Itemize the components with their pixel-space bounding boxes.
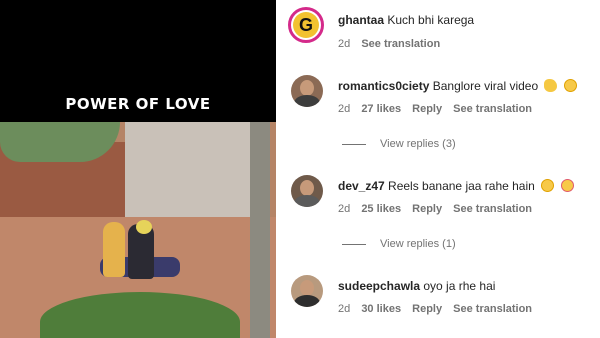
pole-shape: [250, 122, 270, 338]
building-shape: [125, 122, 265, 222]
comment-text-row: dev_z47 Reels banane jaa rahe hain: [338, 179, 574, 193]
heart-eyes-emoji-icon: [560, 179, 574, 192]
avatar[interactable]: [291, 175, 323, 207]
reply-button[interactable]: Reply: [412, 303, 442, 315]
comments-panel: G ghantaa Kuch bhi karega 2d See transla…: [276, 0, 600, 338]
avatar[interactable]: [291, 75, 323, 107]
comment-text: Banglore viral video: [432, 79, 539, 93]
likes-count[interactable]: 27 likes: [361, 103, 401, 115]
media-caption: POWER OF LOVE: [65, 95, 211, 113]
laughing-face-emoji-icon: [541, 179, 555, 192]
see-translation-link[interactable]: See translation: [453, 103, 532, 115]
see-translation-link[interactable]: See translation: [453, 203, 532, 215]
comment-text-row: romantics0ciety Banglore viral video: [338, 79, 577, 93]
comment-username[interactable]: romantics0ciety: [338, 79, 429, 93]
comment-time: 2d: [338, 203, 351, 215]
helmet-shape: [136, 220, 152, 234]
comment-text: Kuch bhi karega: [387, 13, 475, 27]
comment-text: Reels banane jaa rahe hain: [388, 179, 535, 193]
view-replies-button[interactable]: View replies (3): [342, 138, 456, 150]
avatar[interactable]: [291, 275, 323, 307]
comment-meta: 2d 27 likes Reply See translation: [338, 103, 540, 115]
video-frame: [0, 122, 276, 338]
comment-meta: 2d 30 likes Reply See translation: [338, 303, 540, 315]
see-translation-link[interactable]: See translation: [453, 303, 532, 315]
view-replies-button[interactable]: View replies (1): [342, 238, 456, 250]
comment-time: 2d: [338, 103, 351, 115]
likes-count[interactable]: 30 likes: [361, 303, 401, 315]
ghantaa-logo-icon[interactable]: G: [288, 7, 324, 43]
comment-text-row: sudeepchawla oyo ja rhe hai: [338, 279, 495, 293]
comment-time: 2d: [338, 38, 351, 50]
view-replies-label: View replies (3): [380, 138, 456, 150]
comment-time: 2d: [338, 303, 351, 315]
view-replies-label: View replies (1): [380, 238, 456, 250]
likes-count[interactable]: 25 likes: [361, 203, 401, 215]
comment-username[interactable]: dev_z47: [338, 179, 385, 193]
comment-meta: 2d 25 likes Reply See translation: [338, 203, 540, 215]
passenger-shape: [103, 222, 125, 277]
comment-meta: 2d See translation: [338, 38, 448, 50]
divider-line: [342, 243, 366, 245]
post-media[interactable]: POWER OF LOVE: [0, 0, 276, 338]
clapping-hands-emoji-icon: [544, 79, 558, 92]
comment-username[interactable]: sudeepchawla: [338, 279, 420, 293]
reply-button[interactable]: Reply: [412, 103, 442, 115]
comment-text: oyo ja rhe hai: [423, 279, 496, 293]
comment-username[interactable]: ghantaa: [338, 13, 384, 27]
laughing-face-emoji-icon: [563, 79, 577, 92]
see-translation-link[interactable]: See translation: [361, 38, 440, 50]
reply-button[interactable]: Reply: [412, 203, 442, 215]
comment-text-row: ghantaa Kuch bhi karega: [338, 13, 474, 27]
divider-line: [342, 143, 366, 145]
